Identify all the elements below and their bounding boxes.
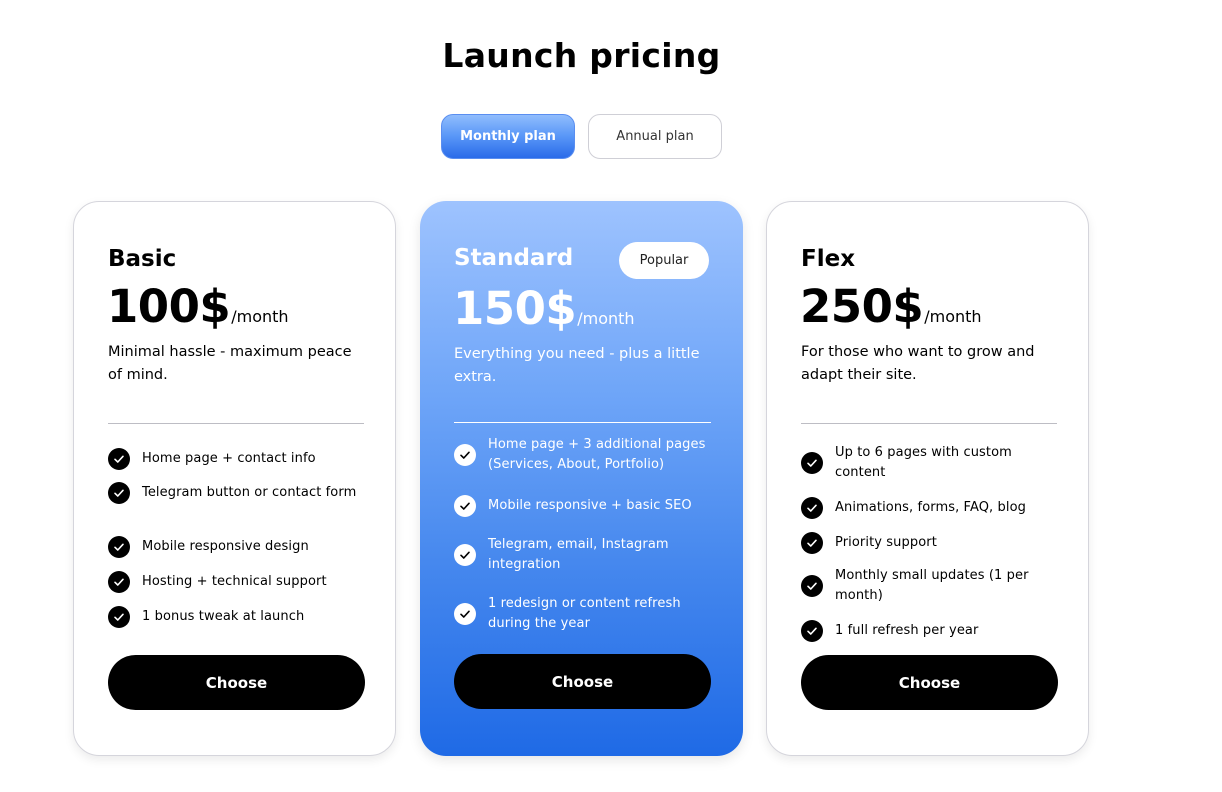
plan-name: Basic — [108, 246, 177, 272]
price-row: 250$/month — [800, 280, 982, 333]
plan-card-flex: Flex 250$/month For those who want to gr… — [766, 201, 1089, 756]
plan-card-standard: Standard Popular 150$/month Everything y… — [420, 201, 743, 756]
check-icon — [108, 448, 130, 470]
feature-item: Home page + 3 additional pages (Services… — [454, 435, 710, 475]
monthly-plan-toggle[interactable]: Monthly plan — [441, 114, 575, 159]
feature-item: Mobile responsive + basic SEO — [454, 495, 710, 517]
feature-text: 1 bonus tweak at launch — [142, 609, 305, 624]
feature-item: Animations, forms, FAQ, blog — [801, 497, 1057, 519]
feature-text: Animations, forms, FAQ, blog — [835, 500, 1026, 515]
check-icon — [108, 536, 130, 558]
divider — [108, 423, 364, 424]
feature-text: Mobile responsive + basic SEO — [488, 498, 692, 513]
feature-item: Telegram, email, Instagram integration — [454, 535, 710, 575]
feature-item: 1 full refresh per year — [801, 620, 1057, 642]
plan-card-basic: Basic 100$/month Minimal hassle - maximu… — [73, 201, 396, 756]
feature-item: Home page + contact info — [108, 448, 364, 470]
price-period: /month — [577, 309, 635, 328]
choose-button[interactable]: Choose — [454, 654, 711, 709]
choose-button[interactable]: Choose — [801, 655, 1058, 710]
feature-item: Hosting + technical support — [108, 571, 364, 593]
check-icon — [454, 544, 476, 566]
feature-text: Up to 6 pages with custom content — [835, 445, 1012, 480]
feature-text: Telegram button or contact form — [142, 485, 357, 500]
feature-text: Telegram, email, Instagram integration — [488, 537, 669, 572]
divider — [801, 423, 1057, 424]
plan-description: For those who want to grow and adapt the… — [801, 344, 1035, 383]
choose-button[interactable]: Choose — [108, 655, 365, 710]
price-row: 100$/month — [107, 280, 289, 333]
price-period: /month — [924, 307, 982, 326]
check-icon — [801, 497, 823, 519]
feature-text: 1 full refresh per year — [835, 623, 979, 638]
annual-plan-toggle[interactable]: Annual plan — [588, 114, 722, 159]
check-icon — [454, 603, 476, 625]
feature-item: Priority support — [801, 532, 1057, 554]
feature-text: Priority support — [835, 535, 937, 550]
price-period: /month — [231, 307, 289, 326]
check-icon — [108, 606, 130, 628]
feature-item: 1 bonus tweak at launch — [108, 606, 364, 628]
feature-text: Home page + contact info — [142, 451, 316, 466]
plan-description: Minimal hassle - maximum peace of mind. — [108, 344, 352, 383]
check-icon — [108, 571, 130, 593]
feature-text: 1 redesign or content refresh during the… — [488, 596, 681, 631]
check-icon — [801, 452, 823, 474]
plan-name: Standard — [454, 245, 574, 271]
feature-text: Home page + 3 additional pages (Services… — [488, 437, 706, 472]
plan-description: Everything you need - plus a little extr… — [454, 346, 700, 385]
check-icon — [801, 532, 823, 554]
popular-badge: Popular — [619, 242, 709, 279]
check-icon — [454, 444, 476, 466]
plan-price: 250$ — [800, 280, 924, 333]
feature-item: Telegram button or contact form — [108, 482, 364, 504]
feature-text: Monthly small updates (1 per month) — [835, 568, 1029, 603]
pricing-page: Launch pricing Monthly plan Annual plan … — [0, 0, 1222, 792]
check-icon — [801, 620, 823, 642]
check-icon — [454, 495, 476, 517]
feature-text: Mobile responsive design — [142, 539, 309, 554]
plan-price: 150$ — [453, 282, 577, 335]
divider — [454, 422, 711, 423]
check-icon — [108, 482, 130, 504]
page-title: Launch pricing — [442, 36, 721, 75]
feature-item: Mobile responsive design — [108, 536, 364, 558]
plan-price: 100$ — [107, 280, 231, 333]
plan-name: Flex — [801, 246, 856, 272]
price-row: 150$/month — [453, 282, 635, 335]
feature-text: Hosting + technical support — [142, 574, 327, 589]
feature-item: 1 redesign or content refresh during the… — [454, 594, 710, 634]
check-icon — [801, 575, 823, 597]
feature-item: Monthly small updates (1 per month) — [801, 566, 1057, 606]
feature-item: Up to 6 pages with custom content — [801, 443, 1057, 483]
